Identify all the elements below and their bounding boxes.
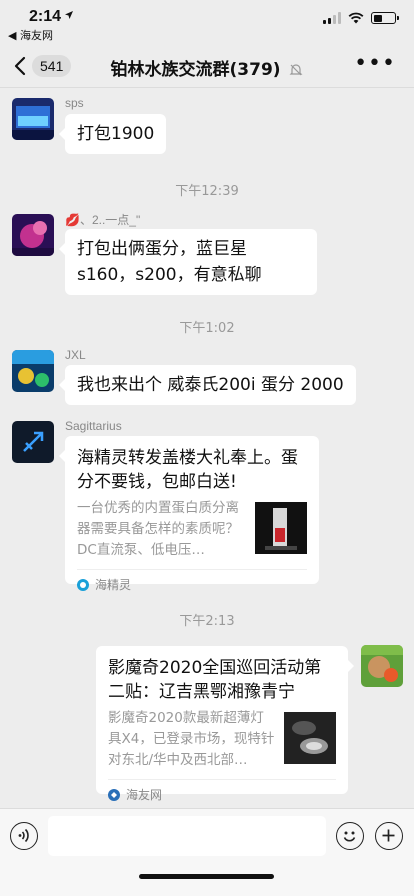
time-divider: 下午1:02 <box>179 321 235 336</box>
message-input[interactable] <box>48 816 326 856</box>
self-avatar[interactable] <box>361 645 403 687</box>
card-description: 影魔奇2020款最新超薄灯具X4，已登录市场，现特针对东北/华中及西北部… <box>108 710 275 768</box>
input-bar <box>0 808 414 896</box>
source-icon <box>77 578 89 591</box>
sender-name: JXL <box>65 348 86 362</box>
sender-name: Sagittarius <box>65 419 122 433</box>
home-indicator <box>139 874 274 879</box>
wifi-icon <box>348 12 364 24</box>
card-source-name: 海友网 <box>126 788 163 802</box>
card-description: 一台优秀的内置蛋白质分离器需要具备怎样的素质呢？DC直流泵、低电压… <box>77 500 239 558</box>
avatar[interactable] <box>12 214 54 256</box>
voice-icon[interactable] <box>10 822 38 850</box>
sender-name: sps <box>65 96 84 110</box>
sender-name: 💋、2..一点_" <box>65 213 141 227</box>
plus-icon[interactable] <box>375 822 403 850</box>
status-bar: 2:14 ◀ 海友网 <box>0 0 414 44</box>
mute-bell-icon <box>290 64 303 76</box>
avatar[interactable] <box>12 421 54 463</box>
card-thumbnail <box>284 712 336 764</box>
avatar[interactable] <box>12 98 54 140</box>
more-dots-icon[interactable]: ••• <box>354 53 396 75</box>
chat-title: 铂林水族交流群(379) <box>0 55 414 80</box>
message-bubble[interactable]: 打包出俩蛋分，蓝巨星s160，s200，有意私聊 <box>59 229 317 295</box>
emoji-icon[interactable] <box>336 822 364 850</box>
card-title: 海精灵转发盖楼大礼奉上。蛋分不要钱，包邮白送! <box>77 448 298 492</box>
card-title: 影魔奇2020全国巡回活动第二贴：辽吉黑鄂湘豫青宁 <box>108 658 322 702</box>
avatar[interactable] <box>12 350 54 392</box>
back-to-app-link[interactable]: ◀ 海友网 <box>8 27 53 43</box>
status-time: 2:14 <box>29 8 62 25</box>
time-divider: 下午2:13 <box>179 614 235 629</box>
card-source: 海精灵 <box>77 569 307 599</box>
status-icons <box>323 12 399 24</box>
location-arrow-icon <box>65 11 73 19</box>
signal-icon <box>323 12 341 24</box>
card-source: 海友网 <box>108 779 336 809</box>
message-bubble[interactable]: 我也来出个 威泰氏200i 蛋分 2000 <box>59 365 356 405</box>
time-divider: 下午12:39 <box>175 184 239 199</box>
link-card[interactable]: 海精灵转发盖楼大礼奉上。蛋分不要钱，包邮白送! 一台优秀的内置蛋白质分离器需要具… <box>59 436 319 592</box>
nav-bar: 541 铂林水族交流群(379) ••• <box>0 44 414 88</box>
source-icon <box>108 788 120 801</box>
message-bubble[interactable]: 打包1900 <box>58 114 167 154</box>
link-card[interactable]: 影魔奇2020全国巡回活动第二贴：辽吉黑鄂湘豫青宁 影魔奇2020款最新超薄灯具… <box>96 646 354 802</box>
battery-icon <box>371 12 399 24</box>
chat-title-text: 铂林水族交流群(379) <box>110 60 281 80</box>
card-thumbnail <box>255 502 307 554</box>
card-source-name: 海精灵 <box>95 578 132 592</box>
